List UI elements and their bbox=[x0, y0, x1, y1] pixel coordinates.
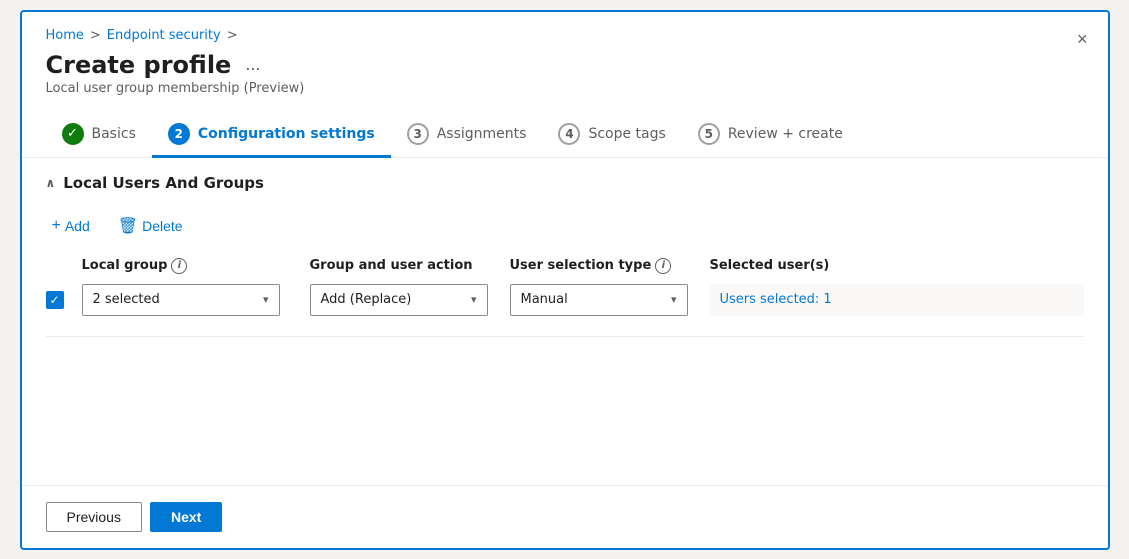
header-user-selection-label: User selection type i bbox=[502, 258, 702, 274]
user-selection-dropdown-arrow: ▾ bbox=[671, 293, 677, 306]
tab-basics-label: Basics bbox=[92, 126, 136, 142]
tab-review-create-number: 5 bbox=[705, 127, 713, 141]
close-button[interactable]: × bbox=[1073, 26, 1092, 52]
table-header: Local group i Group and user action User… bbox=[46, 252, 1084, 280]
row-selected-users-col: Users selected: 1 bbox=[702, 284, 1084, 316]
add-button[interactable]: + Add bbox=[46, 213, 96, 239]
row-group-action-col: Add (Replace) ▾ bbox=[302, 284, 502, 316]
add-label: Add bbox=[65, 218, 90, 234]
section-header[interactable]: ∧ Local Users And Groups bbox=[46, 158, 1084, 204]
section-chevron-icon: ∧ bbox=[46, 176, 56, 190]
title-row: Create profile ... bbox=[46, 51, 1084, 79]
group-action-dropdown[interactable]: Add (Replace) ▾ bbox=[310, 284, 488, 316]
delete-button[interactable]: 🗑 Delete bbox=[112, 212, 189, 240]
header-group-action-label: Group and user action bbox=[302, 258, 502, 273]
tab-scope-tags-number: 4 bbox=[565, 127, 573, 141]
group-action-dropdown-value: Add (Replace) bbox=[321, 292, 412, 307]
header-user-selection: User selection type i bbox=[502, 258, 702, 274]
tab-configuration-number: 2 bbox=[175, 127, 183, 141]
local-group-dropdown-value: 2 selected bbox=[93, 292, 160, 307]
delete-icon: 🗑 bbox=[118, 216, 138, 236]
section-title: Local Users And Groups bbox=[63, 174, 264, 192]
user-selection-info-icon[interactable]: i bbox=[655, 258, 671, 274]
toolbar: + Add 🗑 Delete bbox=[46, 204, 1084, 252]
tab-assignments-circle: 3 bbox=[407, 123, 429, 145]
local-group-dropdown-arrow: ▾ bbox=[263, 293, 269, 306]
ellipsis-button[interactable]: ... bbox=[239, 52, 266, 77]
modal-subtitle: Local user group membership (Preview) bbox=[46, 81, 1084, 96]
create-profile-modal: Home > Endpoint security > Create profil… bbox=[20, 10, 1110, 550]
tab-assignments-label: Assignments bbox=[437, 126, 527, 142]
tab-configuration-label: Configuration settings bbox=[198, 126, 375, 142]
header-selected-users-label: Selected user(s) bbox=[702, 258, 1084, 273]
tab-basics[interactable]: ✓ Basics bbox=[46, 113, 152, 158]
users-selected-link[interactable]: Users selected: 1 bbox=[710, 284, 1084, 316]
page-title: Create profile bbox=[46, 51, 232, 79]
breadcrumb: Home > Endpoint security > bbox=[46, 28, 1084, 43]
modal-body: ∧ Local Users And Groups + Add 🗑 Delete … bbox=[22, 158, 1108, 485]
row-user-selection-col: Manual ▾ bbox=[502, 284, 702, 316]
add-icon: + bbox=[52, 217, 61, 235]
header-local-group: Local group i bbox=[82, 258, 302, 274]
header-local-group-label: Local group i bbox=[82, 258, 302, 274]
modal-header: Home > Endpoint security > Create profil… bbox=[22, 12, 1108, 112]
group-action-dropdown-arrow: ▾ bbox=[471, 293, 477, 306]
tab-review-create[interactable]: 5 Review + create bbox=[682, 113, 859, 158]
checkbox-checkmark: ✓ bbox=[49, 294, 59, 306]
row-checkbox-col: ✓ bbox=[46, 291, 82, 309]
tab-scope-tags[interactable]: 4 Scope tags bbox=[542, 113, 681, 158]
table-row: ✓ 2 selected ▾ Add (Replace) ▾ Manual ▾ bbox=[46, 280, 1084, 320]
modal-footer: Previous Next bbox=[22, 485, 1108, 548]
breadcrumb-endpoint-security[interactable]: Endpoint security bbox=[107, 28, 221, 43]
tab-basics-circle: ✓ bbox=[62, 123, 84, 145]
tab-configuration[interactable]: 2 Configuration settings bbox=[152, 113, 391, 158]
user-selection-dropdown-value: Manual bbox=[521, 292, 568, 307]
tab-assignments[interactable]: 3 Assignments bbox=[391, 113, 543, 158]
header-group-action: Group and user action bbox=[302, 258, 502, 273]
row-local-group-col: 2 selected ▾ bbox=[82, 284, 302, 316]
tabs-row: ✓ Basics 2 Configuration settings 3 Assi… bbox=[22, 112, 1108, 158]
header-selected-users: Selected user(s) bbox=[702, 258, 1084, 273]
breadcrumb-sep1: > bbox=[90, 28, 101, 43]
breadcrumb-sep2: > bbox=[227, 28, 238, 43]
local-group-dropdown[interactable]: 2 selected ▾ bbox=[82, 284, 280, 316]
tab-review-create-circle: 5 bbox=[698, 123, 720, 145]
tab-scope-tags-label: Scope tags bbox=[588, 126, 665, 142]
user-selection-dropdown[interactable]: Manual ▾ bbox=[510, 284, 688, 316]
previous-button[interactable]: Previous bbox=[46, 502, 142, 532]
tab-basics-check: ✓ bbox=[67, 126, 78, 141]
local-group-info-icon[interactable]: i bbox=[171, 258, 187, 274]
tab-scope-tags-circle: 4 bbox=[558, 123, 580, 145]
breadcrumb-home[interactable]: Home bbox=[46, 28, 84, 43]
tab-assignments-number: 3 bbox=[414, 127, 422, 141]
tab-configuration-circle: 2 bbox=[168, 123, 190, 145]
tab-review-create-label: Review + create bbox=[728, 126, 843, 142]
delete-label: Delete bbox=[142, 218, 182, 234]
next-button[interactable]: Next bbox=[150, 502, 222, 532]
row-checkbox[interactable]: ✓ bbox=[46, 291, 64, 309]
section-divider bbox=[46, 336, 1084, 337]
